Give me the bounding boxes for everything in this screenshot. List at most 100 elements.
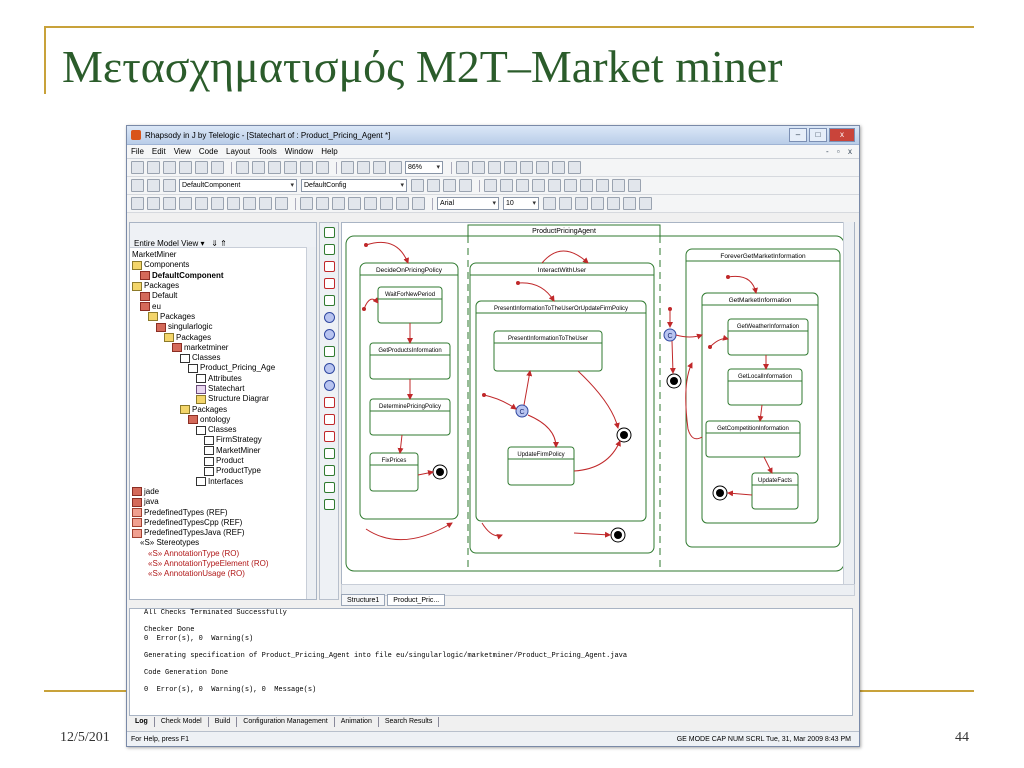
tree-item[interactable]: «S» AnnotationType (RO) [132, 549, 314, 559]
diagram-tool-icon[interactable] [520, 161, 533, 174]
polygon-shape-icon[interactable] [364, 197, 377, 210]
note-tool-icon[interactable] [323, 499, 335, 510]
diagram-tool-icon[interactable] [488, 161, 501, 174]
tab-search-results[interactable]: Search Results [379, 717, 440, 727]
cut-icon[interactable] [179, 161, 192, 174]
align-icon[interactable] [163, 197, 176, 210]
window-tool-icon[interactable] [548, 179, 561, 192]
diagram-tool-icon[interactable] [456, 161, 469, 174]
mdi-window-controls-icon[interactable]: - ▫ x [826, 147, 855, 156]
transition-tool-icon[interactable] [323, 261, 335, 272]
minimize-button[interactable]: – [789, 128, 807, 142]
junction-connector-icon[interactable] [323, 363, 335, 374]
tree-item[interactable]: Interfaces [132, 477, 314, 487]
code-tool-icon[interactable] [427, 179, 440, 192]
condition-connector-icon[interactable] [323, 312, 335, 323]
tab-product-pricing[interactable]: Product_Pric... [387, 594, 446, 606]
grid-icon[interactable] [131, 197, 144, 210]
close-button[interactable]: x [829, 128, 855, 142]
state-tool-icon[interactable] [323, 244, 335, 255]
code-tool-icon[interactable] [443, 179, 456, 192]
tree-item[interactable]: Product [132, 456, 314, 466]
component-select[interactable]: DefaultComponent [179, 179, 297, 192]
tree-item[interactable]: ontology [132, 415, 314, 425]
tree-item[interactable]: jade [132, 487, 314, 497]
tree-item[interactable]: Packages [132, 332, 314, 343]
tree-item[interactable]: Packages [132, 281, 314, 291]
line-shape-icon[interactable] [300, 197, 313, 210]
save-icon[interactable] [163, 161, 176, 174]
generate-icon[interactable] [163, 179, 176, 192]
align-center-icon[interactable] [575, 197, 588, 210]
send-action-icon[interactable] [323, 482, 335, 493]
select-tool-icon[interactable] [323, 227, 335, 238]
tree-item[interactable]: PredefinedTypesJava (REF) [132, 528, 314, 538]
menu-view[interactable]: View [174, 147, 191, 156]
tab-structure1[interactable]: Structure1 [341, 594, 386, 606]
menu-code[interactable]: Code [199, 147, 218, 156]
statechart-canvas[interactable]: ProductPricingAgent DecideOnPricingPolic… [341, 222, 855, 586]
history-connector-icon[interactable] [323, 329, 335, 340]
tree-item[interactable]: marketminer [132, 343, 314, 353]
tree-item[interactable]: Statechart [132, 384, 314, 394]
tree-item[interactable]: PredefinedTypesCpp (REF) [132, 518, 314, 528]
zoom-combo[interactable]: 86% [405, 161, 443, 174]
tree-item[interactable]: Components [132, 260, 314, 270]
bold-icon[interactable] [543, 197, 556, 210]
tree-item[interactable]: «S» AnnotationUsage (RO) [132, 569, 314, 579]
text-tool-icon[interactable] [396, 197, 409, 210]
run-icon[interactable] [147, 179, 160, 192]
tab-configuration-management[interactable]: Configuration Management [237, 717, 335, 727]
star-icon[interactable] [612, 179, 625, 192]
menu-help[interactable]: Help [321, 147, 337, 156]
undo-icon[interactable] [268, 161, 281, 174]
configuration-select[interactable]: DefaultConfig [301, 179, 407, 192]
zoom-in-icon[interactable] [341, 161, 354, 174]
termination-state-icon[interactable] [323, 465, 335, 476]
align-left-icon[interactable] [559, 197, 572, 210]
tree-item[interactable]: DefaultComponent [132, 271, 314, 281]
stub-tool-icon[interactable] [323, 397, 335, 408]
find-icon[interactable] [300, 161, 313, 174]
fork-tool-icon[interactable] [323, 431, 335, 442]
tree-item[interactable]: singularlogic [132, 322, 314, 332]
tree-item[interactable]: java [132, 497, 314, 507]
ellipse-shape-icon[interactable] [380, 197, 393, 210]
tree-item[interactable]: Default [132, 291, 314, 301]
tree-item[interactable]: Structure Diagrar [132, 394, 314, 404]
window-tool-icon[interactable] [532, 179, 545, 192]
back-arrow-icon[interactable] [580, 179, 593, 192]
star-add-icon[interactable] [628, 179, 641, 192]
tree-item[interactable]: Packages [132, 404, 314, 415]
tree-item[interactable]: ProductType [132, 466, 314, 476]
tab-check-model[interactable]: Check Model [155, 717, 209, 727]
tree-item[interactable]: PredefinedTypes (REF) [132, 507, 314, 518]
tree-item[interactable]: «S» Stereotypes [132, 538, 314, 548]
fill-color-icon[interactable] [639, 197, 652, 210]
align-icon[interactable] [179, 197, 192, 210]
diagram-tool-icon[interactable] [472, 161, 485, 174]
print-icon[interactable] [236, 161, 249, 174]
menu-edit[interactable]: Edit [152, 147, 166, 156]
tree-item[interactable]: FirmStrategy [132, 435, 314, 445]
align-icon[interactable] [227, 197, 240, 210]
tree-item[interactable]: Packages [132, 312, 314, 322]
termination-connector-icon[interactable] [323, 346, 335, 357]
join-tool-icon[interactable] [323, 414, 335, 425]
align-icon[interactable] [259, 197, 272, 210]
window-tool-icon[interactable] [500, 179, 513, 192]
menu-layout[interactable]: Layout [226, 147, 250, 156]
open-file-icon[interactable] [147, 161, 160, 174]
default-transition-tool-icon[interactable] [323, 278, 335, 289]
canvas-vertical-scrollbar[interactable] [843, 222, 854, 584]
help-icon[interactable] [252, 161, 265, 174]
make-icon[interactable] [131, 179, 144, 192]
tab-animation[interactable]: Animation [335, 717, 379, 727]
window-tool-icon[interactable] [564, 179, 577, 192]
diagram-tool-icon[interactable] [552, 161, 565, 174]
window-titlebar[interactable]: Rhapsody in J by Telelogic - [Statechart… [127, 126, 859, 145]
code-tool-icon[interactable] [459, 179, 472, 192]
align-right-icon[interactable] [591, 197, 604, 210]
curve-shape-icon[interactable] [348, 197, 361, 210]
tab-build[interactable]: Build [209, 717, 238, 727]
